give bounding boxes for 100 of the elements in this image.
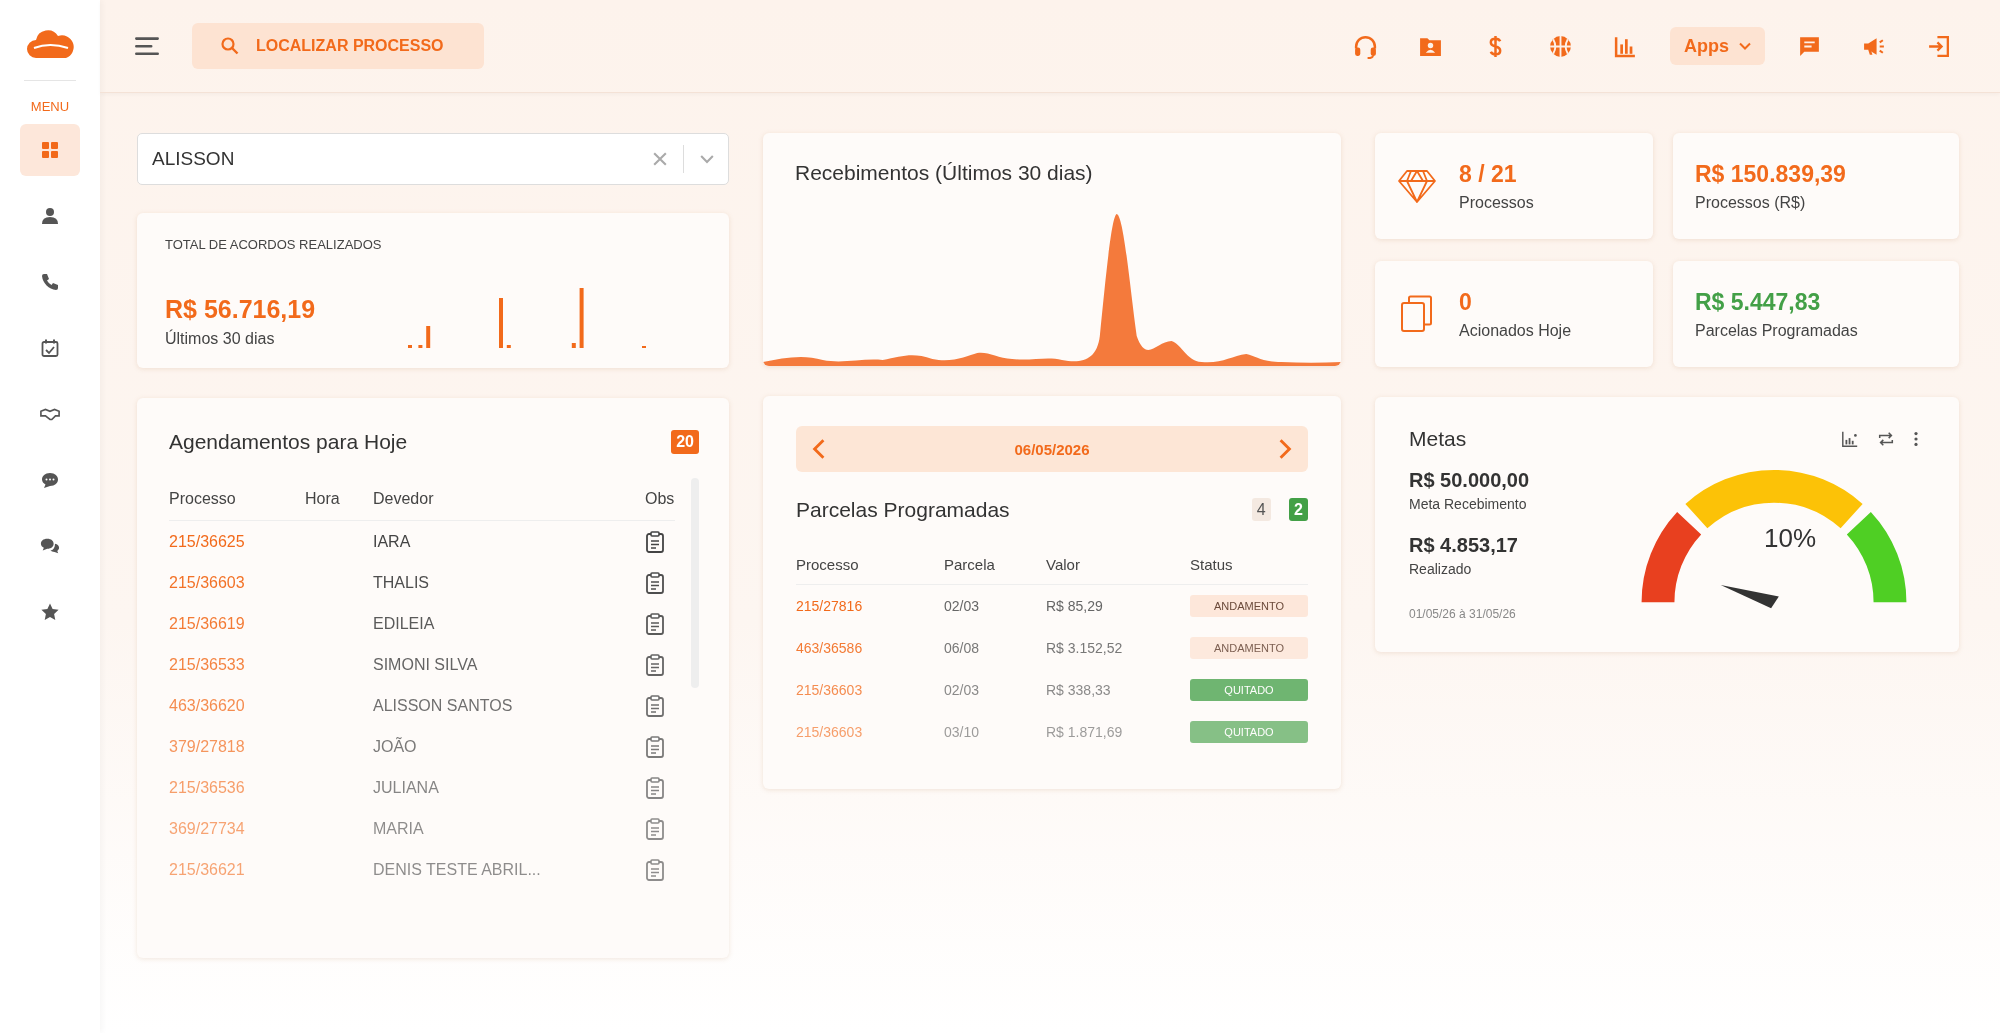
- process-link[interactable]: 215/36625: [169, 532, 305, 551]
- card-title: Agendamentos para Hoje: [169, 430, 408, 454]
- percent-label: 10%: [1764, 523, 1817, 554]
- table-cell-text: R$ 85,29: [1046, 598, 1104, 614]
- menu-button[interactable]: [134, 35, 160, 57]
- table-cell-text: 06/08: [944, 640, 981, 656]
- clipboard-icon[interactable]: [645, 694, 665, 717]
- status-badge: QUITADO: [1190, 721, 1308, 743]
- column-header: Status: [1190, 555, 1234, 573]
- calendar-check-icon: [40, 338, 60, 358]
- table-cell-text: R$ 1.871,69: [1046, 724, 1124, 740]
- process-link[interactable]: 215/36603: [796, 682, 944, 698]
- table-cell-text: 02/03: [944, 682, 981, 698]
- stat-value: R$ 150.839,39: [1695, 160, 1846, 188]
- card-title: TOTAL DE ACORDOS REALIZADOS: [165, 237, 383, 252]
- stat-value: 8 / 21: [1459, 160, 1518, 188]
- date-label: 06/05/2026: [1014, 440, 1090, 458]
- process-link[interactable]: 215/36533: [169, 655, 305, 674]
- card-title: Parcelas Programadas: [796, 498, 1010, 522]
- stat-label: Acionados Hoje: [1459, 321, 1572, 340]
- process-link[interactable]: 379/27818: [169, 737, 305, 756]
- process-link[interactable]: 215/36536: [169, 778, 305, 797]
- caption: Últimos 30 dias: [165, 330, 276, 348]
- bar: [408, 345, 413, 348]
- table-cell-text: ALISSON SANTOS: [373, 696, 514, 715]
- bar: [571, 343, 576, 348]
- star-icon: [40, 602, 60, 622]
- chevron-down-icon[interactable]: [700, 154, 714, 164]
- table-cell-text: EDILEIA: [373, 614, 436, 633]
- chat-bubble-icon: [40, 470, 60, 490]
- total-value: R$ 56.716,19: [165, 295, 316, 324]
- column-header: Obs: [645, 490, 675, 508]
- column-header: Processo: [169, 490, 237, 508]
- process-link[interactable]: 463/36586: [796, 640, 944, 656]
- stat-label: Processos (R$): [1695, 193, 1807, 212]
- stat-value: 0: [1459, 288, 1473, 316]
- clipboard-icon[interactable]: [645, 817, 665, 840]
- bar: [579, 288, 584, 348]
- chevron-left-icon: [812, 438, 826, 460]
- count-badge: 20: [671, 430, 699, 454]
- table-cell-text: SIMONI SILVA: [373, 655, 479, 674]
- select-value: ALISSON: [152, 148, 236, 170]
- logo-icon: [26, 28, 74, 60]
- status-badge: ANDAMENTO: [1190, 637, 1308, 659]
- repeat-icon[interactable]: [1877, 430, 1895, 448]
- debtor-select[interactable]: ALISSON: [137, 133, 729, 185]
- table-cell-text: IARA: [373, 532, 412, 551]
- column-header: Devedor: [373, 490, 435, 508]
- count-badge: 4: [1251, 498, 1271, 521]
- table-cell-text: 03/10: [944, 724, 981, 740]
- table-cell-text: JULIANA: [373, 778, 440, 797]
- process-link[interactable]: 215/36621: [169, 860, 305, 879]
- clipboard-icon[interactable]: [645, 612, 665, 635]
- goal-label: Meta Recebimento: [1409, 496, 1528, 512]
- clipboard-icon[interactable]: [645, 858, 665, 881]
- clipboard-icon[interactable]: [645, 776, 665, 799]
- chart-icon[interactable]: [1841, 430, 1859, 448]
- grid-icon: [40, 140, 60, 160]
- clipboard-icon[interactable]: [645, 571, 665, 594]
- person-icon: [40, 206, 60, 226]
- search-icon: [220, 36, 240, 56]
- clipboard-icon[interactable]: [645, 735, 665, 758]
- chats-icon: [40, 536, 60, 556]
- search-button[interactable]: LOCALIZAR PROCESSO: [192, 23, 484, 69]
- chevron-down-icon: [1739, 42, 1751, 50]
- process-link[interactable]: 215/36603: [796, 724, 944, 740]
- stat-value: R$ 5.447,83: [1695, 288, 1822, 316]
- clear-icon[interactable]: [653, 152, 667, 166]
- table-cell-text: DENIS TESTE ABRIL...: [373, 860, 542, 879]
- stat-label: Processos: [1459, 193, 1534, 212]
- table-cell-text: MARIA: [373, 819, 425, 838]
- more-icon[interactable]: [1913, 430, 1919, 448]
- table-cell-text: JOÃO: [373, 737, 418, 756]
- table-cell-text: 02/03: [944, 598, 981, 614]
- process-link[interactable]: 215/36603: [169, 573, 305, 592]
- achieved-value: R$ 4.853,17: [1409, 534, 1519, 557]
- stat-label: Parcelas Programadas: [1695, 321, 1858, 340]
- clipboard-icon[interactable]: [645, 653, 665, 676]
- bar: [506, 345, 511, 348]
- card-title: Metas: [1409, 427, 1467, 451]
- clipboard-icon[interactable]: [645, 530, 665, 553]
- goal-value: R$ 50.000,00: [1409, 469, 1530, 492]
- column-header: Valor: [1046, 555, 1081, 573]
- process-link[interactable]: 463/36620: [169, 696, 305, 715]
- bar: [426, 326, 431, 348]
- process-link[interactable]: 215/27816: [796, 598, 944, 614]
- process-link[interactable]: 369/27734: [169, 819, 305, 838]
- process-link[interactable]: 215/36619: [169, 614, 305, 633]
- bar: [418, 345, 423, 348]
- menu-label: MENU: [30, 99, 70, 114]
- status-badge: ANDAMENTO: [1190, 595, 1308, 617]
- menu-icon: [134, 35, 160, 57]
- count-badge: 2: [1289, 498, 1308, 521]
- apps-dropdown[interactable]: Apps: [1670, 27, 1765, 65]
- chevron-right-icon: [1278, 438, 1292, 460]
- period-label: 01/05/26 à 31/05/26: [1409, 607, 1517, 621]
- table-cell-text: THALIS: [373, 573, 430, 592]
- bar: [499, 298, 504, 348]
- phone-icon: [40, 272, 60, 292]
- card-title: Recebimentos (Últimos 30 dias): [794, 160, 1094, 185]
